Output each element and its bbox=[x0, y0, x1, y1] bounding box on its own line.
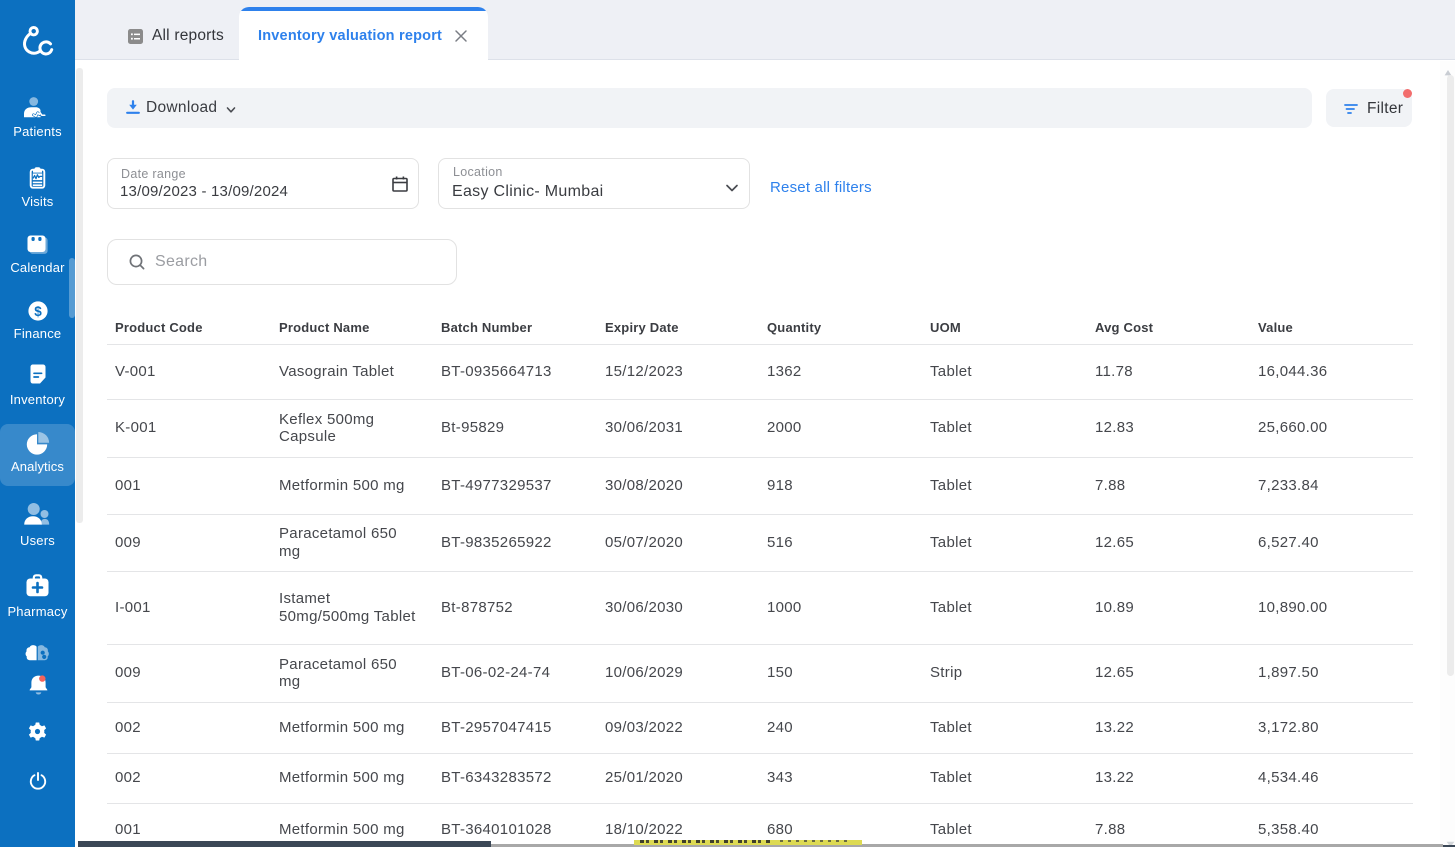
svg-text:$: $ bbox=[34, 304, 42, 319]
